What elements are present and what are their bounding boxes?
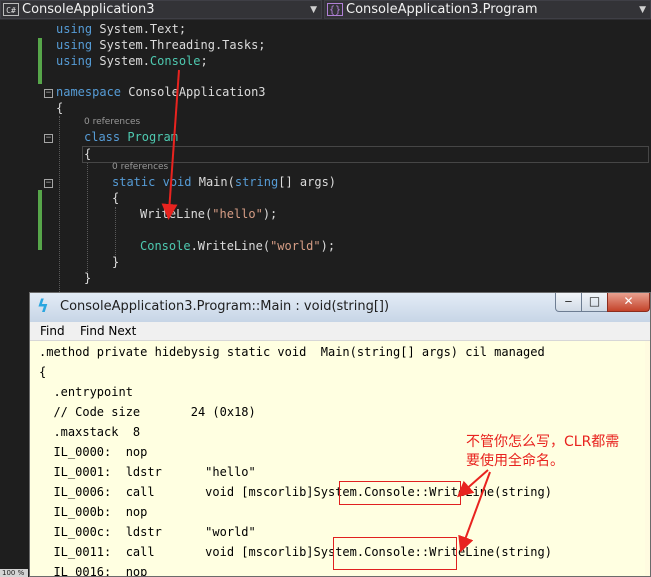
il-line: IL_0001: ldstr "hello" [39,465,256,479]
minimize-button[interactable]: ‒ [555,293,582,312]
il-line: IL_000c: ldstr "world" [39,525,256,539]
changed-lines-marker [38,190,42,250]
ildasm-lightning-icon: ϟ [37,296,49,317]
il-line: IL_000b: nop [39,505,148,519]
code-line: namespace ConsoleApplication3 [56,85,266,99]
annotation-note: 不管你怎么写，CLR都需 要使用全命名。 [466,433,644,471]
references-codelens[interactable]: 0 references [112,162,168,172]
type-dropdown[interactable]: {} ConsoleApplication3.Program ▼ [324,0,651,19]
type-dropdown-label: ConsoleApplication3.Program [346,2,538,17]
annotation-line: 要使用全命名。 [466,453,564,469]
collapse-method-icon[interactable]: − [44,179,53,188]
zoom-level[interactable]: 100 % [0,569,28,577]
project-dropdown-label: ConsoleApplication3 [22,2,155,17]
collapse-class-icon[interactable]: − [44,134,53,143]
menu-find[interactable]: Find [40,323,65,339]
il-line: IL_0011: call void [mscorlib]System.Cons… [39,545,552,559]
code-line: class Program [84,130,178,144]
window-title: ConsoleApplication3.Program::Main : void… [60,299,390,314]
il-line: .method private hidebysig static void Ma… [39,345,545,359]
il-line: .maxstack 8 [39,425,141,439]
close-button[interactable]: ✕ [607,293,650,312]
code-line: using System.Console; [56,54,208,68]
editor-navigation-bar: C# ConsoleApplication3 ▼ {} ConsoleApplica… [0,0,651,21]
highlight-box [339,481,461,505]
il-line: .entrypoint [39,385,133,399]
indent-guide [87,162,88,282]
class-type-icon: {} [327,3,343,16]
maximize-button[interactable]: □ [581,293,608,312]
code-line: Console.WriteLine("world"); [140,239,336,253]
current-line-highlight [82,146,649,163]
annotation-line: 不管你怎么写，CLR都需 [466,434,620,450]
code-line: } [84,271,92,285]
indent-guide [59,116,60,296]
il-line: // Code size 24 (0x18) [39,405,256,419]
csharp-project-icon: C# [3,3,19,16]
code-line: { [56,101,64,115]
vertical-scrollbar[interactable] [645,341,650,576]
code-line: } [112,255,120,269]
menu-bar: Find Find Next [30,322,650,341]
chevron-down-icon: ▼ [310,5,317,15]
collapse-namespace-icon[interactable]: − [44,89,53,98]
highlight-box [333,537,457,570]
project-dropdown[interactable]: C# ConsoleApplication3 ▼ [0,0,322,19]
code-line: WriteLine("hello"); [140,207,278,221]
il-line: IL_0006: call void [mscorlib]System.Cons… [39,485,552,499]
code-line: { [84,147,92,161]
changed-lines-marker [38,38,42,84]
code-line: using System.Text; [56,22,187,36]
code-line: static void Main(string[] args) [112,175,337,189]
code-line: { [112,191,120,205]
menu-find-next[interactable]: Find Next [80,323,136,339]
il-line: { [39,365,47,379]
il-line: IL_0000: nop [39,445,148,459]
code-line: using System.Threading.Tasks; [56,38,266,52]
references-codelens[interactable]: 0 references [84,117,140,127]
window-title-bar[interactable]: ϟ ConsoleApplication3.Program::Main : vo… [30,293,650,323]
il-line: IL_0016: nop [39,565,148,577]
chevron-down-icon: ▼ [639,5,646,15]
